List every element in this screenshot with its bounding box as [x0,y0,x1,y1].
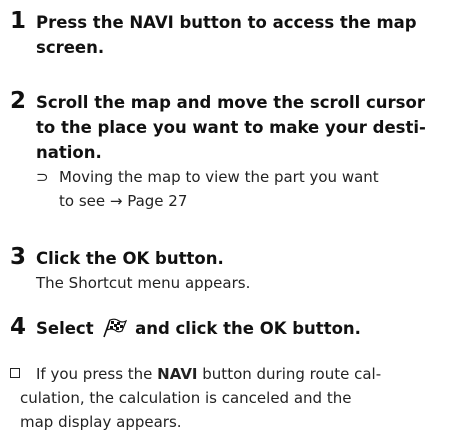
step-number: 4 [10,314,27,340]
step-title: Select and click the OK button. [36,316,456,341]
reference-note-line: Moving the map to view the part you want [59,168,379,186]
footnote-line: If you press the NAVI button during rout… [36,362,456,386]
step-title-line: Scroll the map and move the scroll curso… [36,93,425,112]
navi-keyword: NAVI [157,365,198,383]
step-number: 3 [10,244,27,270]
step-2: 2 Scroll the map and move the scroll cur… [10,88,456,213]
step-title-text: Select [36,319,94,338]
step-body: The Shortcut menu appears. [36,274,251,292]
footnote: If you press the NAVI button during rout… [10,362,456,434]
reference-arrow-icon: ⊃ [36,168,49,186]
checkbox-square-icon [10,368,20,378]
footnote-text-part: If you press the [36,365,158,383]
destination-flag-icon [103,318,128,338]
reference-note: ⊃ Moving the map to view the part you wa… [36,165,456,213]
footnote-text-part: button during route cal- [197,365,382,383]
step-title: Press the NAVI button to access the map … [36,10,456,60]
step-title-line: Press the NAVI button to access the map [36,13,417,32]
step-title-text: and click the OK button. [135,319,361,338]
footnote-line: culation, the calculation is canceled an… [20,389,352,407]
step-number: 2 [10,88,27,114]
step-title: Scroll the map and move the scroll curso… [36,90,456,165]
step-3: 3 Click the OK button. The Shortcut menu… [10,244,456,295]
reference-note-line: to see → Page 27 [59,192,188,210]
manual-page: 1 Press the NAVI button to access the ma… [0,0,459,448]
step-title: Click the OK button. [36,249,224,268]
step-title-line: nation. [36,143,102,162]
step-1: 1 Press the NAVI button to access the ma… [10,8,456,60]
step-4: 4 Select and click the OK button. [10,314,456,341]
step-title-line: screen. [36,38,105,57]
footnote-text: If you press the NAVI button during rout… [36,362,456,386]
step-number: 1 [10,8,27,34]
step-title-line: to the place you want to make your desti… [36,118,426,137]
footnote-line: map display appears. [20,413,182,431]
